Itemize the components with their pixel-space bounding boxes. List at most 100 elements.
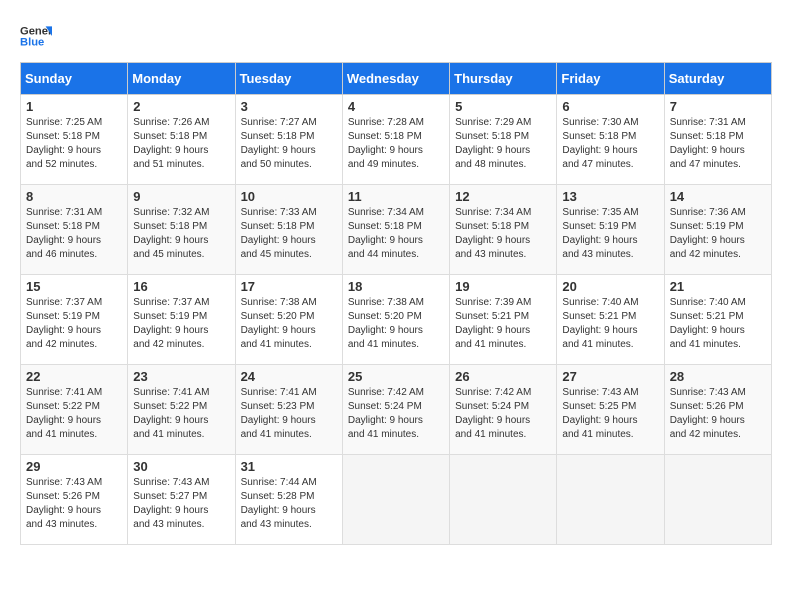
day-info: Sunrise: 7:27 AMSunset: 5:18 PMDaylight:… (241, 117, 317, 170)
day-info: Sunrise: 7:33 AMSunset: 5:18 PMDaylight:… (241, 207, 317, 260)
calendar-cell: 5Sunrise: 7:29 AMSunset: 5:18 PMDaylight… (450, 95, 557, 185)
calendar-cell: 31Sunrise: 7:44 AMSunset: 5:28 PMDayligh… (235, 455, 342, 545)
calendar-cell: 30 Sunrise: 7:43 AMSunset: 5:27 PMDayligh… (128, 455, 235, 545)
day-number: 16 (133, 279, 229, 294)
day-info: Sunrise: 7:32 AMSunset: 5:18 PMDaylight:… (133, 207, 209, 260)
calendar-cell: 18 Sunrise: 7:38 AMSunset: 5:20 PMDayligh… (342, 275, 449, 365)
day-number: 20 (562, 279, 658, 294)
calendar-cell (557, 455, 664, 545)
calendar-cell (664, 455, 771, 545)
day-number: 4 (348, 99, 444, 114)
day-info: Sunrise: 7:34 AMSunset: 5:18 PMDaylight:… (455, 207, 531, 260)
calendar-cell: 27 Sunrise: 7:43 AMSunset: 5:25 PMDayligh… (557, 365, 664, 455)
calendar-cell: 21 Sunrise: 7:40 AMSunset: 5:21 PMDayligh… (664, 275, 771, 365)
day-info: Sunrise: 7:37 AMSunset: 5:19 PMDaylight:… (26, 297, 102, 350)
day-info: Sunrise: 7:42 AMSunset: 5:24 PMDaylight:… (455, 387, 531, 440)
weekday-header-wednesday: Wednesday (342, 63, 449, 95)
day-number: 3 (241, 99, 337, 114)
day-number: 7 (670, 99, 766, 114)
day-info: Sunrise: 7:26 AMSunset: 5:18 PMDaylight:… (133, 117, 209, 170)
calendar-cell: 23 Sunrise: 7:41 AMSunset: 5:22 PMDayligh… (128, 365, 235, 455)
day-info: Sunrise: 7:39 AMSunset: 5:21 PMDaylight:… (455, 297, 531, 350)
day-number: 6 (562, 99, 658, 114)
day-number: 25 (348, 369, 444, 384)
day-info: Sunrise: 7:43 AMSunset: 5:27 PMDaylight:… (133, 477, 209, 530)
day-number: 14 (670, 189, 766, 204)
calendar-table: SundayMondayTuesdayWednesdayThursdayFrid… (20, 62, 772, 545)
day-info: Sunrise: 7:25 AMSunset: 5:18 PMDaylight:… (26, 117, 102, 170)
day-number: 15 (26, 279, 122, 294)
day-number: 11 (348, 189, 444, 204)
day-number: 18 (348, 279, 444, 294)
weekday-header-monday: Monday (128, 63, 235, 95)
day-info: Sunrise: 7:38 AMSunset: 5:20 PMDaylight:… (348, 297, 424, 350)
calendar-cell: 25 Sunrise: 7:42 AMSunset: 5:24 PMDayligh… (342, 365, 449, 455)
calendar-cell: 3 Sunrise: 7:27 AMSunset: 5:18 PMDaylight… (235, 95, 342, 185)
day-info: Sunrise: 7:40 AMSunset: 5:21 PMDaylight:… (670, 297, 746, 350)
weekday-header-thursday: Thursday (450, 63, 557, 95)
day-info: Sunrise: 7:35 AMSunset: 5:19 PMDaylight:… (562, 207, 638, 260)
day-info: Sunrise: 7:30 AMSunset: 5:18 PMDaylight:… (562, 117, 638, 170)
calendar-cell: 13 Sunrise: 7:35 AMSunset: 5:19 PMDayligh… (557, 185, 664, 275)
calendar-cell: 10 Sunrise: 7:33 AMSunset: 5:18 PMDayligh… (235, 185, 342, 275)
day-info: Sunrise: 7:28 AMSunset: 5:18 PMDaylight:… (348, 117, 424, 170)
day-number: 30 (133, 459, 229, 474)
day-number: 17 (241, 279, 337, 294)
day-number: 23 (133, 369, 229, 384)
weekday-header-tuesday: Tuesday (235, 63, 342, 95)
day-number: 10 (241, 189, 337, 204)
calendar-cell: 16 Sunrise: 7:37 AMSunset: 5:19 PMDayligh… (128, 275, 235, 365)
calendar-cell: 26 Sunrise: 7:42 AMSunset: 5:24 PMDayligh… (450, 365, 557, 455)
calendar-cell: 24 Sunrise: 7:41 AMSunset: 5:23 PMDayligh… (235, 365, 342, 455)
weekday-header-friday: Friday (557, 63, 664, 95)
day-info: Sunrise: 7:31 AMSunset: 5:18 PMDaylight:… (670, 117, 746, 170)
day-number: 2 (133, 99, 229, 114)
day-info: Sunrise: 7:36 AMSunset: 5:19 PMDaylight:… (670, 207, 746, 260)
day-info: Sunrise: 7:43 AMSunset: 5:26 PMDaylight:… (26, 477, 102, 530)
day-info: Sunrise: 7:29 AMSunset: 5:18 PMDaylight:… (455, 117, 531, 170)
weekday-header-sunday: Sunday (21, 63, 128, 95)
day-info: Sunrise: 7:43 AMSunset: 5:26 PMDaylight:… (670, 387, 746, 440)
logo: General Blue (20, 20, 52, 52)
calendar-cell: 20 Sunrise: 7:40 AMSunset: 5:21 PMDayligh… (557, 275, 664, 365)
day-info: Sunrise: 7:40 AMSunset: 5:21 PMDaylight:… (562, 297, 638, 350)
day-info: Sunrise: 7:41 AMSunset: 5:22 PMDaylight:… (26, 387, 102, 440)
day-info: Sunrise: 7:43 AMSunset: 5:25 PMDaylight:… (562, 387, 638, 440)
calendar-cell: 15 Sunrise: 7:37 AMSunset: 5:19 PMDayligh… (21, 275, 128, 365)
calendar-cell: 17 Sunrise: 7:38 AMSunset: 5:20 PMDayligh… (235, 275, 342, 365)
day-info: Sunrise: 7:37 AMSunset: 5:19 PMDaylight:… (133, 297, 209, 350)
day-number: 28 (670, 369, 766, 384)
svg-text:Blue: Blue (20, 37, 44, 49)
day-number: 12 (455, 189, 551, 204)
day-info: Sunrise: 7:41 AMSunset: 5:22 PMDaylight:… (133, 387, 209, 440)
weekday-header-saturday: Saturday (664, 63, 771, 95)
day-info: Sunrise: 7:42 AMSunset: 5:24 PMDaylight:… (348, 387, 424, 440)
day-number: 13 (562, 189, 658, 204)
day-number: 1 (26, 99, 122, 114)
calendar-cell: 7 Sunrise: 7:31 AMSunset: 5:18 PMDaylight… (664, 95, 771, 185)
day-info: Sunrise: 7:34 AMSunset: 5:18 PMDaylight:… (348, 207, 424, 260)
day-number: 19 (455, 279, 551, 294)
day-number: 21 (670, 279, 766, 294)
calendar-cell: 12 Sunrise: 7:34 AMSunset: 5:18 PMDayligh… (450, 185, 557, 275)
day-number: 27 (562, 369, 658, 384)
day-info: Sunrise: 7:41 AMSunset: 5:23 PMDaylight:… (241, 387, 317, 440)
page-header: General Blue (20, 20, 772, 52)
day-info: Sunrise: 7:38 AMSunset: 5:20 PMDaylight:… (241, 297, 317, 350)
calendar-cell: 19 Sunrise: 7:39 AMSunset: 5:21 PMDayligh… (450, 275, 557, 365)
day-number: 31 (241, 459, 337, 474)
logo-icon: General Blue (20, 20, 52, 52)
calendar-cell: 4 Sunrise: 7:28 AMSunset: 5:18 PMDaylight… (342, 95, 449, 185)
calendar-cell: 14 Sunrise: 7:36 AMSunset: 5:19 PMDayligh… (664, 185, 771, 275)
calendar-cell (342, 455, 449, 545)
calendar-cell: 2 Sunrise: 7:26 AMSunset: 5:18 PMDaylight… (128, 95, 235, 185)
calendar-cell: 1 Sunrise: 7:25 AMSunset: 5:18 PMDaylight… (21, 95, 128, 185)
calendar-cell: 29 Sunrise: 7:43 AMSunset: 5:26 PMDayligh… (21, 455, 128, 545)
day-number: 24 (241, 369, 337, 384)
day-number: 26 (455, 369, 551, 384)
day-number: 22 (26, 369, 122, 384)
calendar-cell: 28 Sunrise: 7:43 AMSunset: 5:26 PMDayligh… (664, 365, 771, 455)
calendar-cell: 9Sunrise: 7:32 AMSunset: 5:18 PMDaylight… (128, 185, 235, 275)
day-number: 29 (26, 459, 122, 474)
calendar-cell: 8Sunrise: 7:31 AMSunset: 5:18 PMDaylight… (21, 185, 128, 275)
